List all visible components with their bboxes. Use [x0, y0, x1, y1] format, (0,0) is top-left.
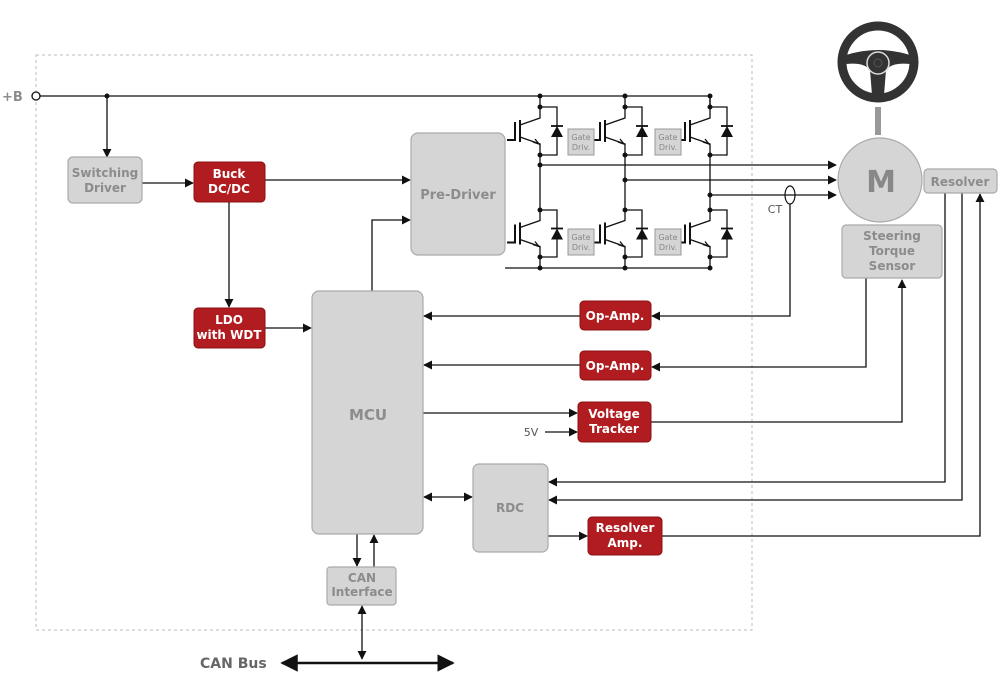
can-interface-block[interactable]: CAN Interface [326, 566, 397, 606]
svg-text:Op-Amp.: Op-Amp. [586, 309, 645, 323]
svg-text:BuckDC/DC: Buck DC/DC [208, 167, 250, 196]
svg-text:Resolver: Resolver [931, 175, 990, 189]
five-v-label: 5V [524, 426, 539, 439]
ldo-wdt-block[interactable]: LDO with WDT [193, 307, 266, 349]
voltage-tracker-block[interactable]: Voltage Tracker [577, 401, 652, 443]
svg-text:Pre-Driver: Pre-Driver [420, 188, 496, 203]
plus-b-terminal [31, 91, 41, 101]
steering-wheel-icon [837, 21, 919, 135]
switching-driver-block[interactable]: Switching Driver [67, 156, 143, 204]
resolver-amp-block[interactable]: Resolver Amp. [587, 516, 663, 556]
svg-text:VoltageTracker: Voltage Tracker [588, 407, 640, 436]
op-amp-2-block[interactable]: Op-Amp. [579, 350, 652, 381]
ct-label: CT [768, 203, 783, 216]
plus-b-label: +B [2, 90, 23, 105]
can-bus-label: CAN Bus [200, 656, 267, 672]
igbt-transistor [689, 107, 711, 155]
igbt-transistor [604, 107, 626, 155]
svg-text:RDC: RDC [496, 501, 524, 515]
gate-driver-label: Gate Driv. [658, 133, 677, 152]
igbt-transistor [689, 210, 711, 257]
inverter-bridge: Gate Driv. Gate Driv. Gate Driv. Gate Driv. [507, 93, 733, 271]
igbt-transistor [519, 210, 541, 257]
gate-driver-label: Gate Driv. [571, 133, 590, 152]
svg-text:MCU: MCU [349, 406, 387, 424]
pre-driver-block[interactable]: Pre-Driver [410, 132, 506, 256]
buck-dcdc-block[interactable]: Buck DC/DC [193, 161, 266, 203]
rdc-block[interactable]: RDC [472, 463, 549, 553]
steering-torque-sensor-block[interactable]: Steering Torque Sensor [841, 224, 943, 279]
mcu-block[interactable]: MCU [311, 290, 424, 535]
resolver-block[interactable]: Resolver [923, 168, 998, 194]
gate-driver-label: Gate Driv. [571, 233, 590, 252]
svg-text:SteeringTorqueSensor: Steering Torque Sensor [863, 229, 921, 273]
svg-text:M: M [866, 165, 896, 200]
motor: M [837, 137, 923, 223]
igbt-transistor [519, 107, 541, 155]
igbt-transistor [604, 210, 626, 257]
op-amp-1-block[interactable]: Op-Amp. [579, 300, 652, 331]
svg-text:Op-Amp.: Op-Amp. [586, 359, 645, 373]
eps-block-diagram: +B Gate Driv.Gate Driv.Gate Driv.Gate Dr… [2, 21, 998, 672]
gate-driver-label: Gate Driv. [658, 233, 677, 252]
